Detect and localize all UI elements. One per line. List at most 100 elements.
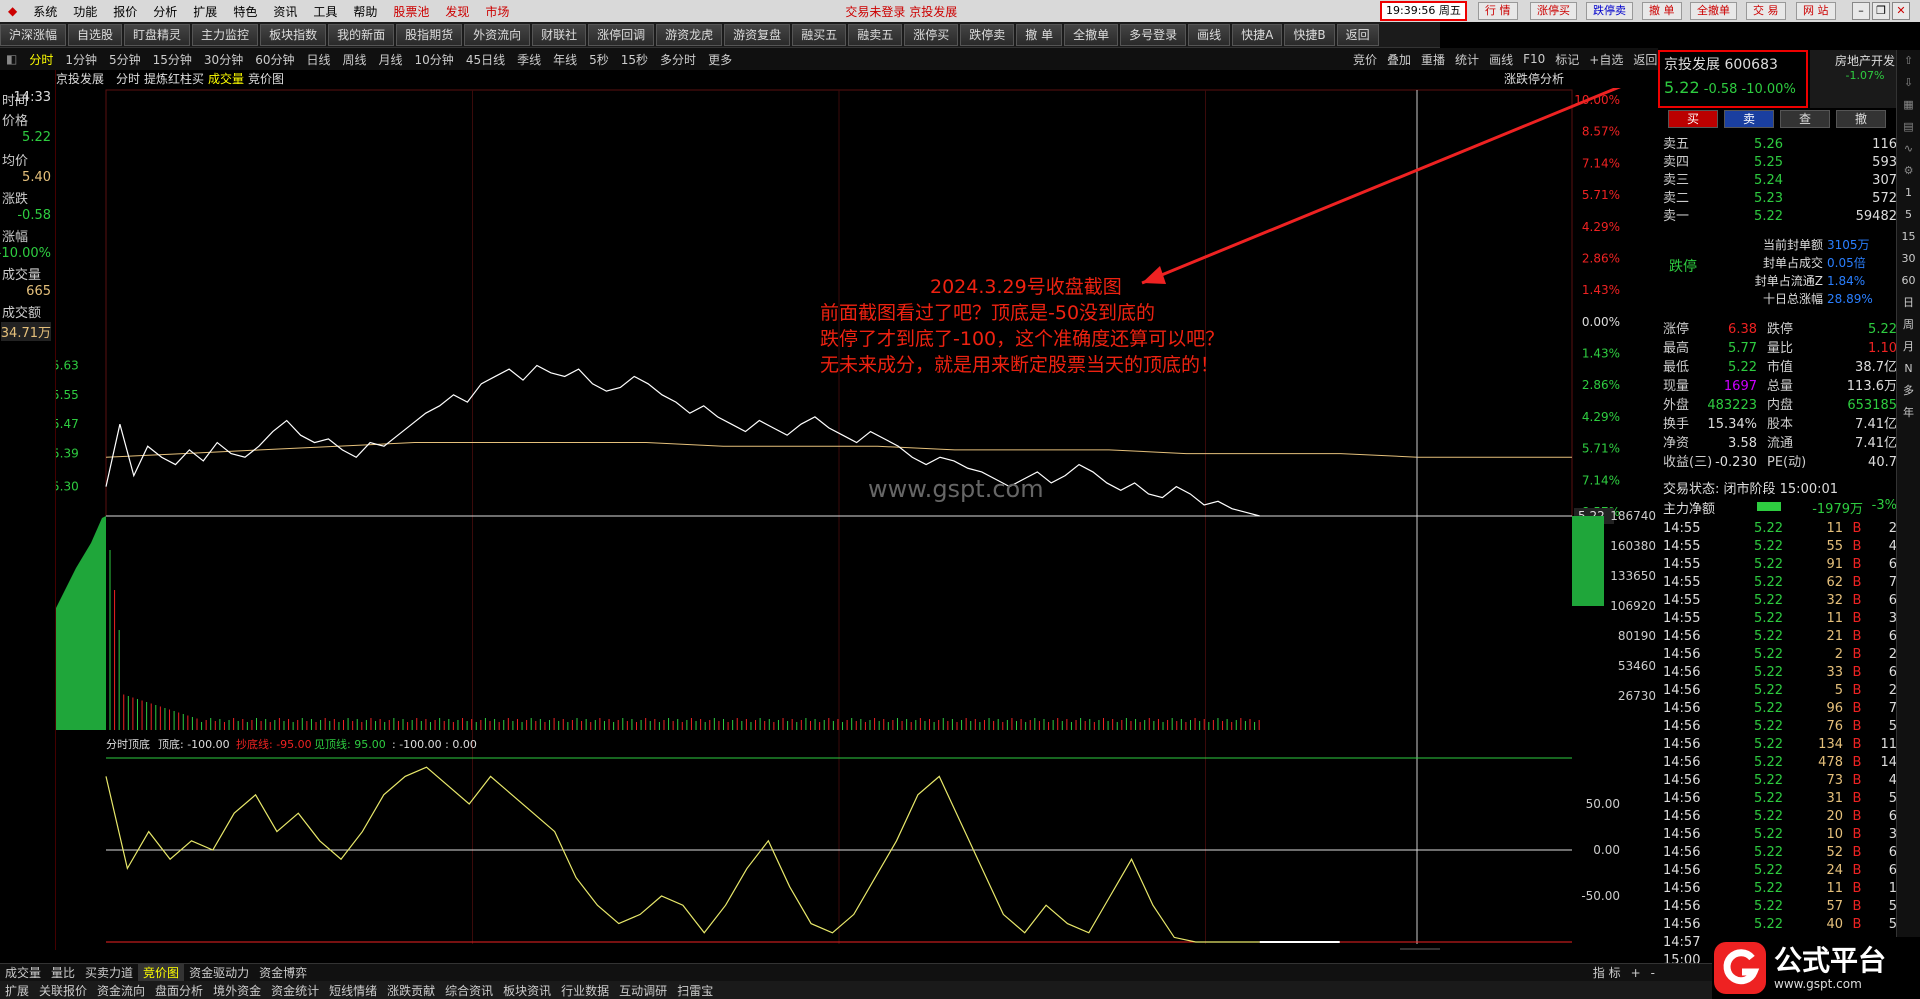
status-tab[interactable]: 盘面分析 <box>150 982 208 999</box>
chart-tool-button[interactable]: 重播 <box>1416 51 1450 68</box>
sidebar-list-icon[interactable]: ∿ <box>1897 138 1920 160</box>
toolbar-button[interactable]: 板块指数 <box>260 23 327 46</box>
toolbar-button[interactable]: 外资流向 <box>464 23 531 46</box>
toolbar-button[interactable]: 股指期货 <box>396 23 463 46</box>
limit-analysis-label[interactable]: 涨跌停分析 <box>1504 70 1564 88</box>
indicator-tab[interactable]: 买卖力道 <box>80 964 138 981</box>
status-tab[interactable]: 行业数据 <box>556 982 614 999</box>
app-logo-icon[interactable]: ◆ <box>0 4 25 18</box>
period-tab[interactable]: 10分钟 <box>409 51 460 68</box>
period-tab[interactable]: 月线 <box>373 51 409 68</box>
minimize-icon[interactable]: – <box>1852 2 1870 20</box>
sidebar-settings-icon[interactable]: ⚙ <box>1897 160 1920 182</box>
chart-label-redbar[interactable]: 提炼红柱买 <box>144 70 204 88</box>
chart-label-volume[interactable]: 成交量 <box>208 70 244 88</box>
sidebar-period[interactable]: 1 <box>1897 182 1920 204</box>
query-button[interactable]: 查 <box>1780 110 1830 128</box>
status-tab[interactable]: 资金流向 <box>92 982 150 999</box>
sell-button[interactable]: 卖 <box>1724 110 1774 128</box>
indicator-tab[interactable]: 竞价图 <box>138 964 185 981</box>
discover-menu[interactable]: 发现 <box>437 3 477 20</box>
indicator-control[interactable]: + <box>1626 966 1646 980</box>
menu-item[interactable]: 特色 <box>225 3 265 20</box>
period-tab[interactable]: 分时 <box>23 51 59 68</box>
toolbar-button[interactable]: 主力监控 <box>192 23 259 46</box>
withdraw-button[interactable]: 撤 <box>1836 110 1886 128</box>
period-tab[interactable]: 多分时 <box>654 51 702 68</box>
toolbar-button[interactable]: 撤 单 <box>1016 23 1063 46</box>
period-tab[interactable]: 15分钟 <box>147 51 198 68</box>
indicator-control[interactable]: - <box>1646 966 1660 980</box>
menu-item[interactable]: 帮助 <box>345 3 385 20</box>
chart-tool-button[interactable]: 叠加 <box>1382 51 1416 68</box>
toolbar-button[interactable]: 多号登录 <box>1120 23 1187 46</box>
sidebar-grid-icon[interactable]: ▦ <box>1897 94 1920 116</box>
market-menu[interactable]: 市场 <box>477 3 517 20</box>
sidebar-period[interactable]: 日 <box>1897 292 1920 314</box>
sidebar-period[interactable]: 15 <box>1897 226 1920 248</box>
status-tab[interactable]: 境外资金 <box>208 982 266 999</box>
period-tab[interactable]: 30分钟 <box>198 51 249 68</box>
indicator-tab[interactable]: 资金博弈 <box>254 964 312 981</box>
menu-item[interactable]: 系统 <box>25 3 65 20</box>
sidebar-down-icon[interactable]: ⇩ <box>1897 72 1920 94</box>
chart-tool-button[interactable]: 画线 <box>1484 51 1518 68</box>
toolbar-button[interactable]: 融卖五 <box>848 23 903 46</box>
sidebar-period[interactable]: 年 <box>1897 402 1920 424</box>
chart-tool-button[interactable]: F10 <box>1518 52 1550 66</box>
close-icon[interactable]: ✕ <box>1892 2 1910 20</box>
status-tab[interactable]: 互动调研 <box>614 982 672 999</box>
buy-button[interactable]: 买 <box>1668 110 1718 128</box>
sidebar-period[interactable]: 月 <box>1897 336 1920 358</box>
toolbar-button[interactable]: 涨停买 <box>904 23 959 46</box>
layout-icon[interactable]: ◧ <box>0 52 23 66</box>
chart-tool-button[interactable]: 标记 <box>1550 51 1584 68</box>
menu-item[interactable]: 报价 <box>105 3 145 20</box>
sidebar-period[interactable]: 60 <box>1897 270 1920 292</box>
period-tab[interactable]: 5秒 <box>583 51 615 68</box>
stock-pool-menu[interactable]: 股票池 <box>385 3 437 20</box>
toolbar-button[interactable]: 财联社 <box>532 23 587 46</box>
toolbar-button[interactable]: 跌停卖 <box>960 23 1015 46</box>
status-tab[interactable]: 涨跌贡献 <box>382 982 440 999</box>
period-tab[interactable]: 15秒 <box>615 51 654 68</box>
status-tab[interactable]: 关联报价 <box>34 982 92 999</box>
toolbar-button[interactable]: 沪深涨幅 <box>0 23 67 46</box>
menu-item[interactable]: 分析 <box>145 3 185 20</box>
status-tab[interactable]: 综合资讯 <box>440 982 498 999</box>
quote-button[interactable]: 行 情 <box>1478 2 1518 20</box>
period-tab[interactable]: 1分钟 <box>59 51 103 68</box>
sidebar-chart-icon[interactable]: ▤ <box>1897 116 1920 138</box>
period-tab[interactable]: 60分钟 <box>249 51 300 68</box>
period-tab[interactable]: 年线 <box>547 51 583 68</box>
period-tab[interactable]: 45日线 <box>460 51 511 68</box>
limit-up-buy-button[interactable]: 涨停买 <box>1530 2 1577 20</box>
status-tab[interactable]: 短线情绪 <box>324 982 382 999</box>
sidebar-period[interactable]: 多 <box>1897 380 1920 402</box>
toolbar-button[interactable]: 快捷B <box>1284 23 1335 46</box>
menu-item[interactable]: 资讯 <box>265 3 305 20</box>
menu-item[interactable]: 扩展 <box>185 3 225 20</box>
period-tab[interactable]: 5分钟 <box>103 51 147 68</box>
sidebar-period[interactable]: N <box>1897 358 1920 380</box>
sidebar-up-icon[interactable]: ⇧ <box>1897 50 1920 72</box>
chart-label-auction[interactable]: 竞价图 <box>248 70 284 88</box>
limit-down-sell-button[interactable]: 跌停卖 <box>1586 2 1633 20</box>
restore-icon[interactable]: ❐ <box>1872 2 1890 20</box>
indicator-tab[interactable]: 成交量 <box>0 964 46 981</box>
toolbar-button[interactable]: 自选股 <box>68 23 123 46</box>
toolbar-button[interactable]: 融买五 <box>792 23 847 46</box>
period-tab[interactable]: 更多 <box>702 51 738 68</box>
toolbar-button[interactable]: 游资复盘 <box>724 23 791 46</box>
chart-tool-button[interactable]: 竞价 <box>1348 51 1382 68</box>
chart-tool-button[interactable]: +自选 <box>1584 51 1628 68</box>
toolbar-button[interactable]: 返回 <box>1336 23 1379 46</box>
chart-label-fenshi[interactable]: 分时 <box>116 70 140 88</box>
sidebar-period[interactable]: 5 <box>1897 204 1920 226</box>
status-tab[interactable]: 板块资讯 <box>498 982 556 999</box>
period-tab[interactable]: 周线 <box>337 51 373 68</box>
website-button[interactable]: 网 站 <box>1796 2 1836 20</box>
trade-button[interactable]: 交 易 <box>1746 2 1786 20</box>
period-tab[interactable]: 日线 <box>300 51 336 68</box>
intraday-chart[interactable]: 5.635.555.475.395.3010.00%8.57%7.14%5.71… <box>56 88 1658 950</box>
